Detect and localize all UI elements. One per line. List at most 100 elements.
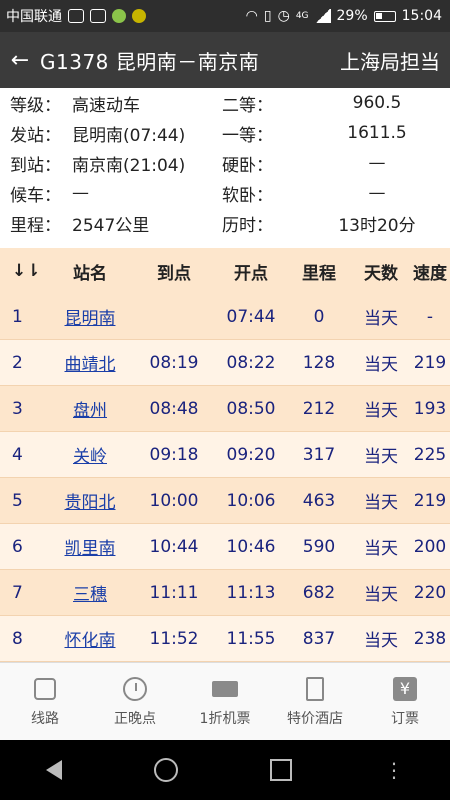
- map-icon: [34, 678, 56, 700]
- row-number: 3: [12, 398, 23, 419]
- row-number: 7: [12, 582, 23, 603]
- depart-time: 09:20: [226, 444, 276, 465]
- system-nav-bar: ⋮: [0, 740, 450, 800]
- day: 当天: [364, 493, 398, 513]
- info-value: 13时20分: [338, 215, 416, 236]
- station-link[interactable]: 曲靖北: [48, 350, 132, 375]
- page-title: G1378 昆明南－南京南: [40, 49, 260, 74]
- info-value: 高速动车: [72, 95, 140, 116]
- image-icon: [90, 9, 106, 23]
- depart-time: 08:22: [226, 352, 276, 373]
- row-number: 1: [12, 306, 23, 327]
- nav-recents-icon[interactable]: [270, 759, 292, 781]
- station-link[interactable]: 昆明南: [48, 304, 132, 329]
- header-depart: 开点: [234, 263, 268, 284]
- network-type: 4G: [295, 11, 309, 21]
- arrive-time: 11:11: [149, 582, 199, 603]
- info-value: —: [368, 183, 386, 203]
- table-row[interactable]: 6 凯里南 10:44 10:46 590 当天 200: [0, 524, 450, 570]
- station-link[interactable]: 凯里南: [48, 534, 132, 559]
- message-icon: [68, 9, 84, 23]
- arrive-time: 08:19: [149, 352, 199, 373]
- battery-percent: 29%: [336, 8, 368, 24]
- tab-label: 线路: [31, 711, 59, 727]
- station-link[interactable]: 怀化南: [48, 626, 132, 651]
- header-days: 天数: [364, 263, 398, 284]
- distance: 837: [302, 628, 336, 649]
- row-number: 2: [12, 352, 23, 373]
- row-number: 4: [12, 444, 23, 465]
- depart-time: 10:06: [226, 490, 276, 511]
- table-row[interactable]: 3 盘州 08:48 08:50 212 当天 193: [0, 386, 450, 432]
- day: 当天: [364, 585, 398, 605]
- info-label: 里程：: [10, 215, 61, 236]
- arrive-time: 08:48: [149, 398, 199, 419]
- nav-home-icon[interactable]: [154, 758, 178, 782]
- more-vert-icon[interactable]: ⋮: [384, 758, 404, 782]
- day: 当天: [364, 309, 398, 329]
- tab-label: 特价酒店: [287, 711, 343, 727]
- tab-label: 订票: [391, 711, 419, 727]
- arrive-time: 09:18: [149, 444, 199, 465]
- arrow-left-icon[interactable]: ←: [0, 48, 40, 73]
- station-link[interactable]: 盘州: [48, 396, 132, 421]
- table-row[interactable]: 7 三穗 11:11 11:13 682 当天 220: [0, 570, 450, 616]
- info-label: 硬卧：: [222, 155, 273, 176]
- speed: 238: [413, 628, 447, 649]
- tab-punctuality[interactable]: 正晚点: [90, 663, 180, 741]
- station-link[interactable]: 三穗: [48, 580, 132, 605]
- app-notification-icon: [112, 9, 126, 23]
- header-station: 站名: [73, 263, 107, 284]
- tab-hotels[interactable]: 特价酒店: [270, 663, 360, 741]
- tab-label: 1折机票: [199, 711, 251, 727]
- table-row[interactable]: 8 怀化南 11:52 11:55 837 当天 238: [0, 616, 450, 662]
- day: 当天: [364, 631, 398, 651]
- status-bar: 中国联通 ◠ ▯ ◷ 4G 29% 15:04: [0, 0, 450, 32]
- speed: 200: [413, 536, 447, 557]
- row-number: 6: [12, 536, 23, 557]
- info-value: —: [368, 153, 386, 173]
- alarm-icon: ◷: [277, 8, 290, 24]
- day: 当天: [364, 447, 398, 467]
- arrive-time: 11:52: [149, 628, 199, 649]
- tab-flights[interactable]: 1折机票: [180, 663, 270, 741]
- depart-time: 07:44: [226, 306, 276, 327]
- nav-back-icon[interactable]: [46, 760, 62, 780]
- tab-booking[interactable]: ¥ 订票: [360, 663, 450, 741]
- table-row[interactable]: 5 贵阳北 10:00 10:06 463 当天 219: [0, 478, 450, 524]
- distance: 463: [302, 490, 336, 511]
- table-row[interactable]: 4 关岭 09:18 09:20 317 当天 225: [0, 432, 450, 478]
- info-label: 历时：: [222, 215, 273, 236]
- carrier-label: 中国联通: [6, 9, 62, 25]
- info-value: 1611.5: [347, 123, 407, 143]
- info-label: 等级：: [10, 95, 61, 116]
- distance: 212: [302, 398, 336, 419]
- speed: 193: [413, 398, 447, 419]
- table-row[interactable]: 1 昆明南 07:44 0 当天 -: [0, 294, 450, 340]
- row-number: 8: [12, 628, 23, 649]
- info-label: 候车：: [10, 185, 61, 206]
- station-link[interactable]: 贵阳北: [48, 488, 132, 513]
- tab-route[interactable]: 线路: [0, 663, 90, 741]
- day: 当天: [364, 355, 398, 375]
- station-list[interactable]: 1 昆明南 07:44 0 当天 - 2 曲靖北 08:19 08:22 128…: [0, 294, 450, 662]
- info-value: 2547公里: [72, 215, 150, 236]
- depart-time: 11:13: [226, 582, 276, 603]
- distance: 590: [302, 536, 336, 557]
- info-label: 发站：: [10, 125, 61, 146]
- speed: 219: [413, 352, 447, 373]
- yen-icon: ¥: [393, 677, 417, 701]
- info-label: 到站：: [10, 155, 61, 176]
- info-row: 里程： 2547公里 历时： 13时20分: [0, 208, 450, 238]
- header-arrive: 到点: [157, 263, 191, 284]
- arrive-time: 10:44: [149, 536, 199, 557]
- info-label: 一等：: [222, 125, 273, 146]
- app-notification-icon: [132, 9, 146, 23]
- sort-icon[interactable]: ↓⇂: [0, 261, 48, 281]
- station-link[interactable]: 关岭: [48, 442, 132, 467]
- info-row: 候车： — 软卧： —: [0, 178, 450, 208]
- table-row[interactable]: 2 曲靖北 08:19 08:22 128 当天 219: [0, 340, 450, 386]
- info-value: 昆明南(07:44): [72, 125, 186, 146]
- bureau-label: 上海局担当: [340, 49, 440, 74]
- train-info-panel: 等级： 高速动车 二等： 960.5 发站： 昆明南(07:44) 一等： 16…: [0, 88, 450, 249]
